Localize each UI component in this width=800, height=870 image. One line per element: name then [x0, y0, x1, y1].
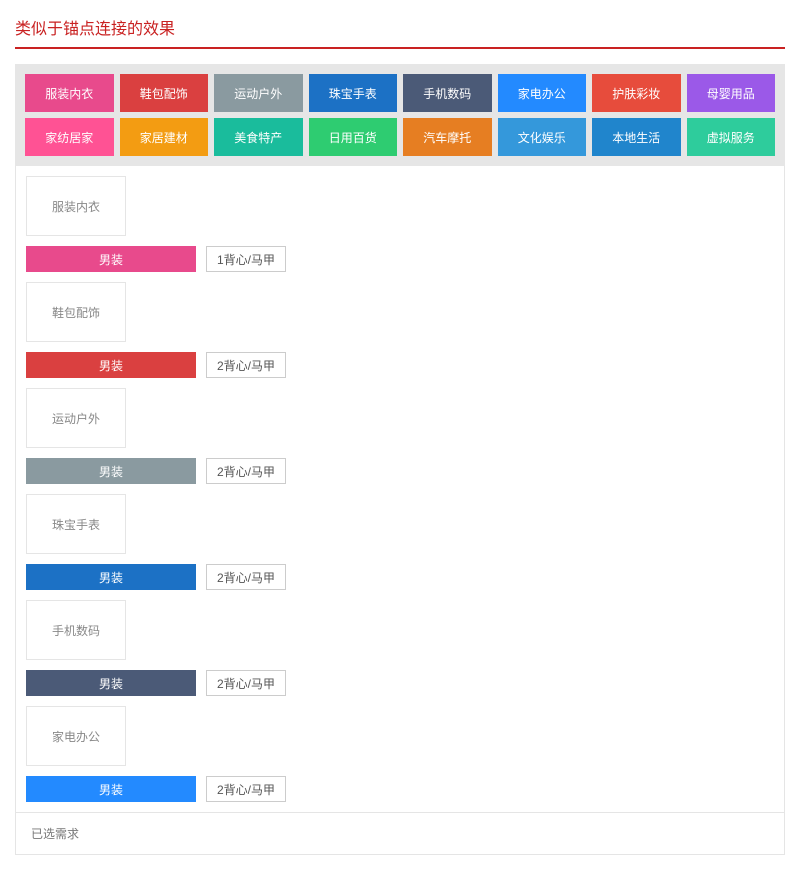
subcategory-main-button[interactable]: 男装 — [26, 670, 196, 696]
category-header: 手机数码 — [26, 600, 126, 660]
content-area: 服装内衣男装1背心/马甲鞋包配饰男装2背心/马甲运动户外男装2背心/马甲珠宝手表… — [15, 166, 785, 813]
selected-label: 已选需求 — [31, 827, 79, 841]
selected-requirements-bar: 已选需求 — [15, 813, 785, 855]
category-tile-9[interactable]: 家居建材 — [120, 118, 209, 156]
category-tile-1[interactable]: 鞋包配饰 — [120, 74, 209, 112]
subcategory-tag[interactable]: 2背心/马甲 — [206, 776, 286, 802]
subcategory-main-button[interactable]: 男装 — [26, 246, 196, 272]
category-tile-13[interactable]: 文化娱乐 — [498, 118, 587, 156]
category-header: 运动户外 — [26, 388, 126, 448]
category-section-5: 家电办公男装 2背心/马甲 — [26, 706, 774, 802]
category-header: 家电办公 — [26, 706, 126, 766]
subcategory-main-button[interactable]: 男装 — [26, 458, 196, 484]
category-header: 珠宝手表 — [26, 494, 126, 554]
subcategory-main-button[interactable]: 男装 — [26, 564, 196, 590]
category-tile-2[interactable]: 运动户外 — [214, 74, 303, 112]
category-section-4: 手机数码男装 2背心/马甲 — [26, 600, 774, 696]
category-tile-0[interactable]: 服装内衣 — [25, 74, 114, 112]
category-section-3: 珠宝手表男装 2背心/马甲 — [26, 494, 774, 590]
subcategory-tag[interactable]: 2背心/马甲 — [206, 670, 286, 696]
category-tile-4[interactable]: 手机数码 — [403, 74, 492, 112]
category-tile-3[interactable]: 珠宝手表 — [309, 74, 398, 112]
subcategory-main-button[interactable]: 男装 — [26, 776, 196, 802]
subcategory-row: 男装 2背心/马甲 — [26, 670, 774, 696]
category-grid: 服装内衣鞋包配饰运动户外珠宝手表手机数码家电办公护肤彩妆母婴用品家纺居家家居建材… — [15, 64, 785, 166]
category-header: 鞋包配饰 — [26, 282, 126, 342]
category-tile-12[interactable]: 汽车摩托 — [403, 118, 492, 156]
category-tile-14[interactable]: 本地生活 — [592, 118, 681, 156]
category-section-2: 运动户外男装 2背心/马甲 — [26, 388, 774, 484]
subcategory-tag[interactable]: 1背心/马甲 — [206, 246, 286, 272]
subcategory-tag[interactable]: 2背心/马甲 — [206, 352, 286, 378]
category-header: 服装内衣 — [26, 176, 126, 236]
subcategory-row: 男装 1背心/马甲 — [26, 246, 774, 272]
category-tile-7[interactable]: 母婴用品 — [687, 74, 776, 112]
subcategory-main-button[interactable]: 男装 — [26, 352, 196, 378]
subcategory-row: 男装 2背心/马甲 — [26, 564, 774, 590]
subcategory-tag[interactable]: 2背心/马甲 — [206, 458, 286, 484]
page-title: 类似于锚点连接的效果 — [15, 15, 785, 49]
subcategory-row: 男装 2背心/马甲 — [26, 458, 774, 484]
category-tile-8[interactable]: 家纺居家 — [25, 118, 114, 156]
category-section-0: 服装内衣男装 1背心/马甲 — [26, 176, 774, 272]
category-tile-11[interactable]: 日用百货 — [309, 118, 398, 156]
category-tile-10[interactable]: 美食特产 — [214, 118, 303, 156]
subcategory-row: 男装 2背心/马甲 — [26, 352, 774, 378]
subcategory-row: 男装 2背心/马甲 — [26, 776, 774, 802]
category-tile-15[interactable]: 虚拟服务 — [687, 118, 776, 156]
category-tile-5[interactable]: 家电办公 — [498, 74, 587, 112]
subcategory-tag[interactable]: 2背心/马甲 — [206, 564, 286, 590]
category-tile-6[interactable]: 护肤彩妆 — [592, 74, 681, 112]
category-section-1: 鞋包配饰男装 2背心/马甲 — [26, 282, 774, 378]
